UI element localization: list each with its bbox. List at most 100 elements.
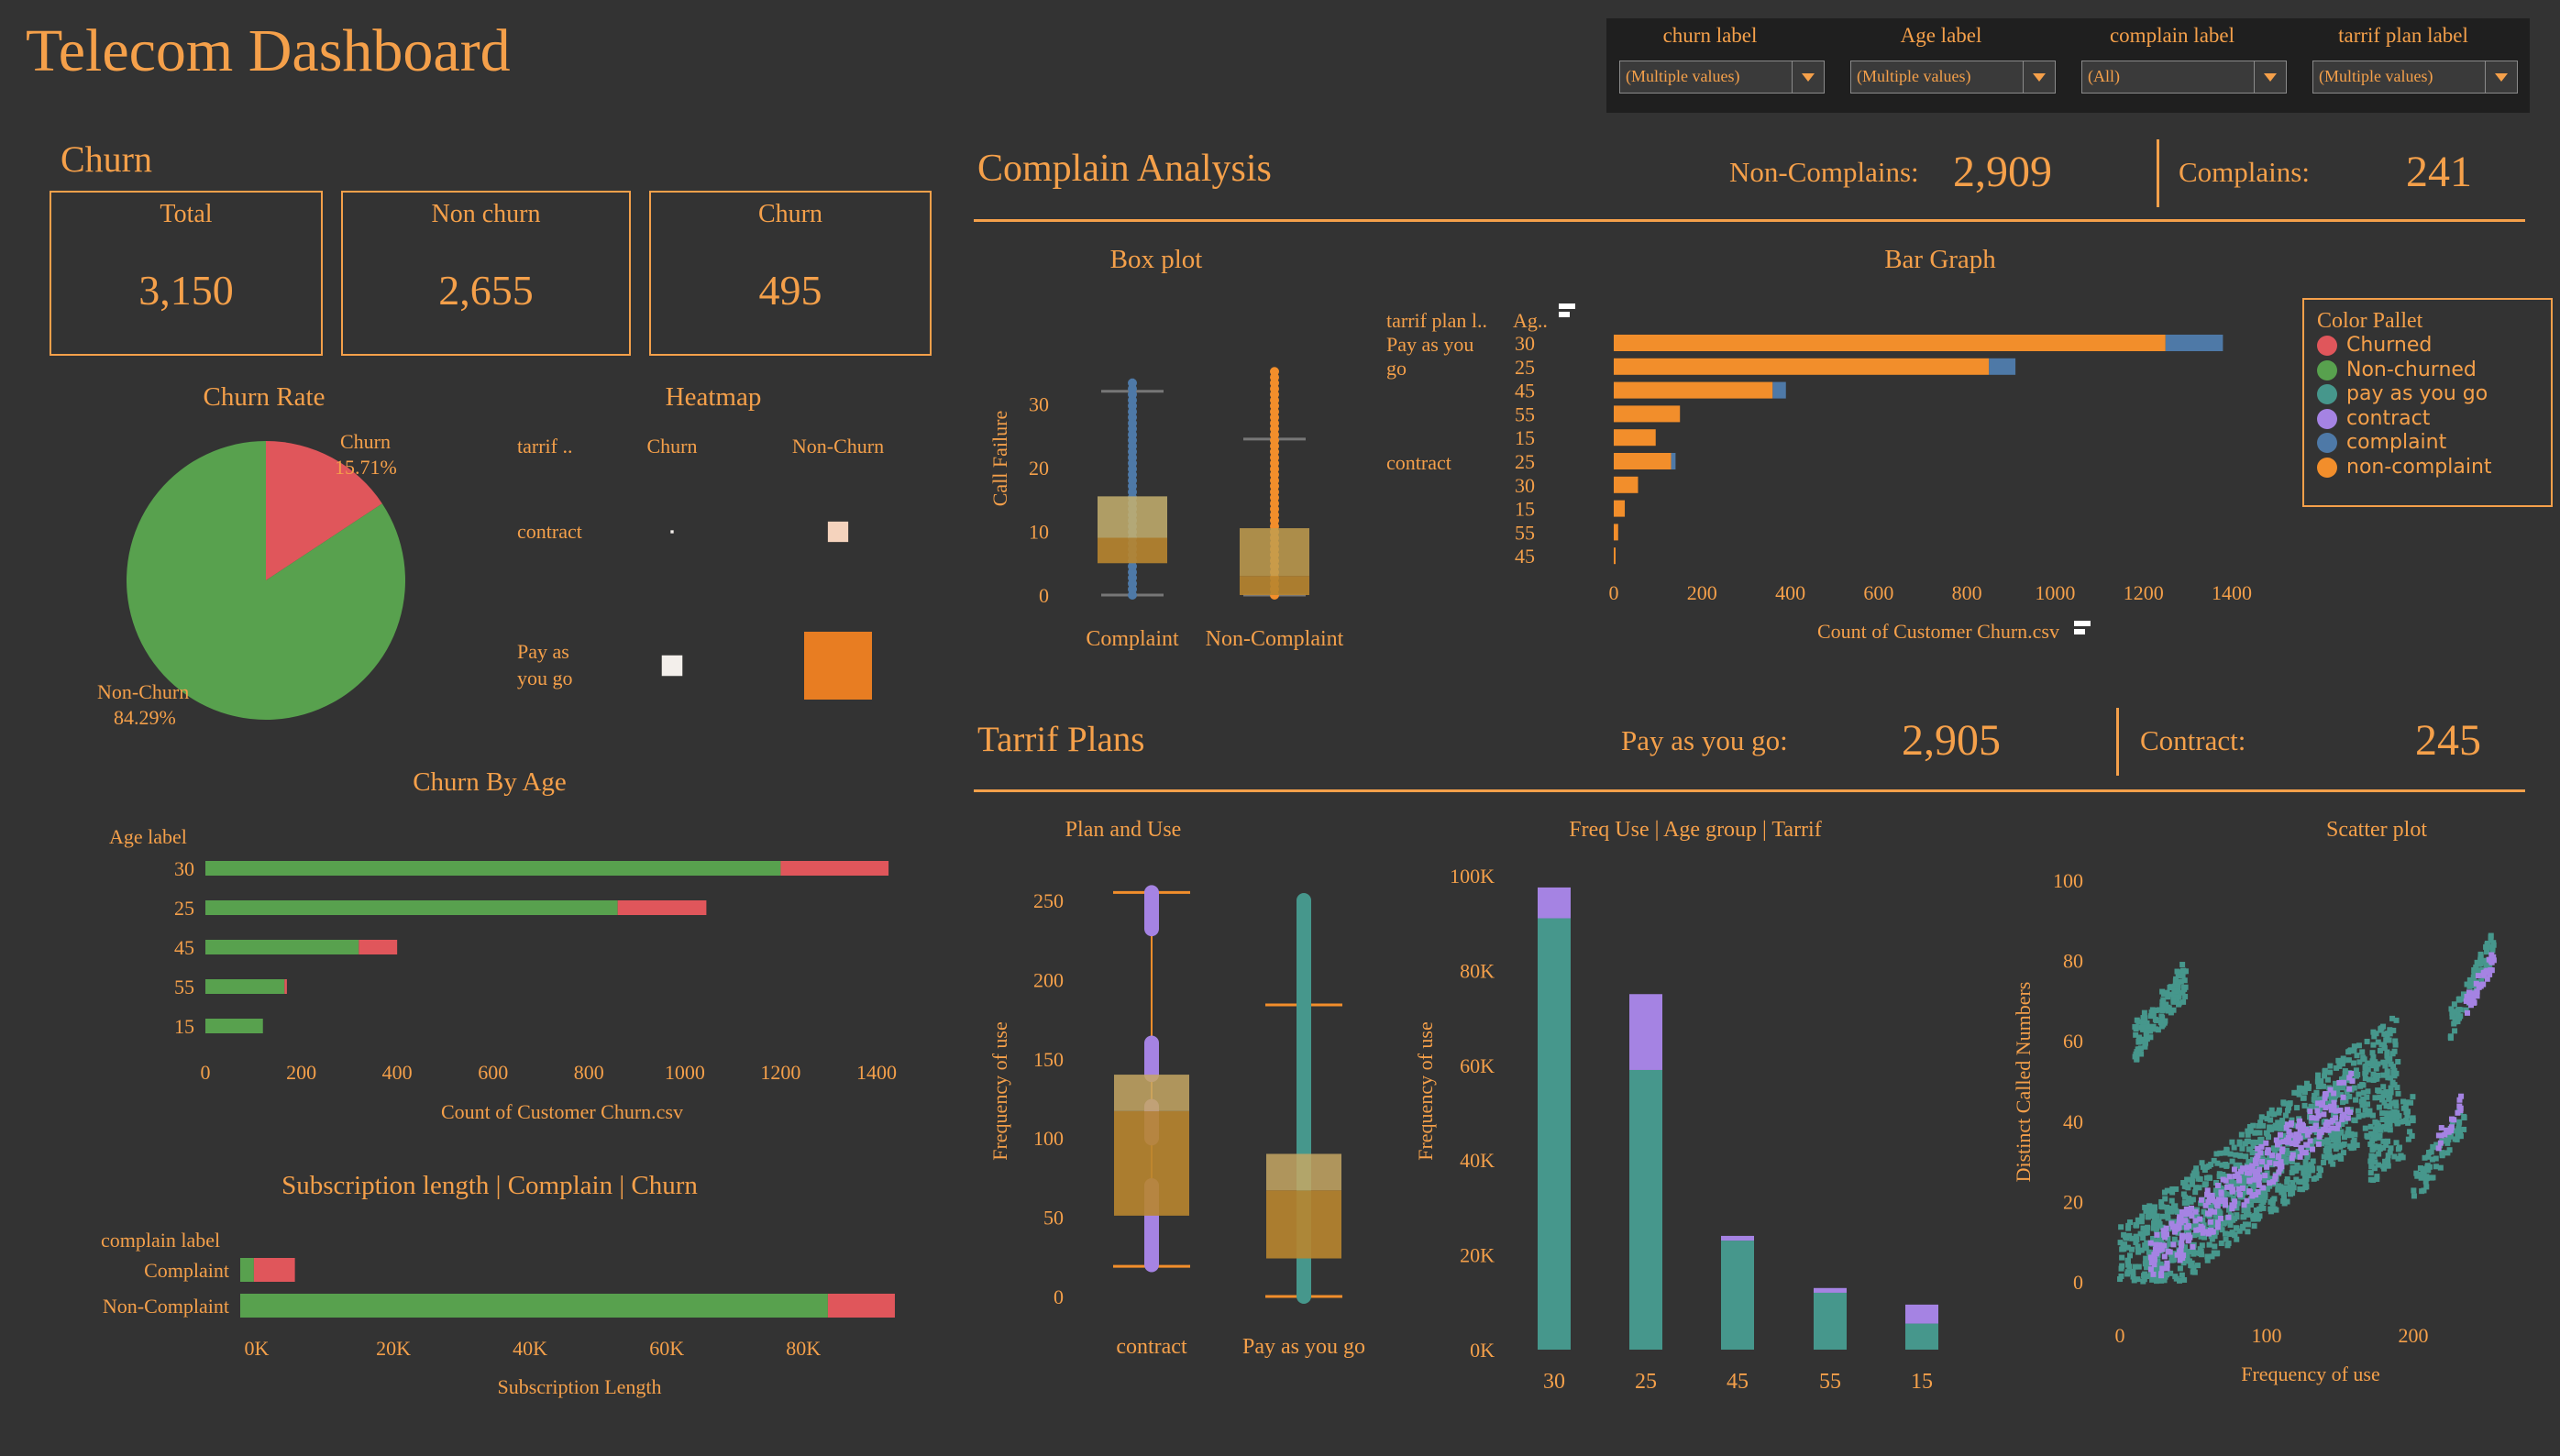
bar-segment: [253, 1258, 295, 1282]
data-point: [2295, 1123, 2301, 1130]
group-label: contract: [1386, 451, 1451, 474]
x-tick-label: 15: [1911, 1370, 1933, 1394]
bar-segment: [240, 1258, 254, 1282]
data-point: [2490, 957, 2497, 964]
data-point: [2437, 1140, 2444, 1146]
data-point: [2381, 1042, 2388, 1048]
y-tick-label: 25: [1515, 356, 1535, 379]
box-upper: [1240, 528, 1309, 577]
data-point: [2158, 1273, 2165, 1279]
data-point: [2402, 1104, 2409, 1110]
data-point: [2223, 1150, 2230, 1156]
heatmap-cell: [827, 521, 849, 543]
data-point: [2326, 1153, 2333, 1159]
pie-label: Churn: [340, 430, 391, 453]
data-point: [2260, 1198, 2267, 1205]
data-point: [2380, 1059, 2387, 1065]
data-point: [2133, 1031, 2139, 1038]
data-point: [2250, 1213, 2257, 1219]
data-point: [2423, 1184, 2430, 1190]
data-point: [2484, 944, 2490, 951]
data-point: [2188, 1198, 2194, 1205]
data-point: [2267, 1110, 2273, 1117]
bar-segment: [1614, 453, 1672, 469]
y-tick-label: 200: [1033, 968, 1064, 991]
data-point: [2158, 1198, 2165, 1205]
box-upper: [1098, 496, 1167, 538]
data-point: [2309, 1167, 2315, 1174]
heatmap-cell: [661, 655, 683, 677]
data-point: [2364, 1038, 2370, 1044]
bar-segment: [1614, 524, 1618, 541]
y-tick-label: 40: [2063, 1110, 2083, 1133]
data-point: [2206, 1210, 2212, 1217]
data-point: [2273, 1207, 2279, 1213]
data-point: [2245, 1229, 2251, 1235]
data-point: [2476, 984, 2482, 990]
data-point: [2297, 1186, 2303, 1192]
heatmap-row-label: Pay as: [517, 640, 569, 663]
data-point: [2202, 1202, 2209, 1208]
data-point: [2425, 1153, 2432, 1160]
data-point: [2336, 1079, 2343, 1086]
x-axis-label: Subscription Length: [497, 1375, 661, 1398]
data-point: [2475, 973, 2481, 979]
data-point: [2196, 1227, 2202, 1233]
data-point: [2456, 1097, 2463, 1103]
data-point: [2334, 1064, 2340, 1071]
y-tick-label: 20K: [1460, 1244, 1495, 1267]
data-point: [2172, 988, 2179, 995]
y-tick-label: 60: [2063, 1030, 2083, 1053]
bar-segment: [205, 900, 618, 915]
data-point: [2233, 1225, 2239, 1231]
data-point: [2234, 1171, 2241, 1177]
y-tick-label: 55: [174, 976, 194, 998]
y-tick-label: 30: [1515, 332, 1535, 355]
data-point: [2207, 1175, 2213, 1181]
data-point: [2190, 1251, 2197, 1257]
data-point: [2410, 1094, 2416, 1100]
data-point: [2316, 1129, 2323, 1135]
bar-segment: [205, 940, 359, 954]
bar-segment: [1538, 887, 1571, 919]
data-point: [2321, 1111, 2327, 1118]
data-point: [2444, 1150, 2451, 1156]
data-point: [2212, 1243, 2218, 1250]
data-point: [2126, 1252, 2133, 1259]
data-point: [2342, 1068, 2348, 1075]
data-point: [2268, 1208, 2274, 1215]
data-point: [2256, 1123, 2262, 1130]
data-point: [2268, 1126, 2275, 1132]
y-tick-label: 25: [1515, 450, 1535, 473]
x-axis-label: Count of Customer Churn.csv: [441, 1100, 683, 1123]
data-point: [2141, 1009, 2147, 1016]
data-point: [2179, 973, 2186, 979]
x-tick-label: 200: [1687, 581, 1717, 604]
data-point: [2320, 1083, 2326, 1089]
data-point: [2370, 1042, 2377, 1048]
data-point: [2327, 1063, 2334, 1069]
data-point: [2466, 989, 2472, 996]
data-point: [2214, 1200, 2221, 1207]
data-point: [2362, 1070, 2368, 1076]
data-point: [2131, 1277, 2137, 1284]
data-point: [2174, 968, 2180, 975]
data-point: [2204, 1187, 2211, 1194]
data-point: [2362, 1075, 2368, 1082]
data-point: [2467, 979, 2474, 986]
data-point: [2455, 1012, 2461, 1019]
data-point: [2171, 1229, 2178, 1235]
data-point: [2362, 1125, 2368, 1131]
data-point: [2378, 1097, 2385, 1103]
data-point: [2258, 1114, 2265, 1120]
data-point: [2387, 1127, 2393, 1133]
data-point: [2132, 1023, 2138, 1030]
data-point: [2157, 1020, 2164, 1026]
bar-segment: [1629, 1069, 1662, 1350]
data-point: [2279, 1146, 2286, 1153]
pie-value-label: 84.29%: [114, 706, 176, 729]
data-point: [2323, 1121, 2330, 1128]
data-point: [2372, 1095, 2378, 1101]
data-point: [2161, 1242, 2168, 1249]
data-point: [2161, 1253, 2168, 1260]
